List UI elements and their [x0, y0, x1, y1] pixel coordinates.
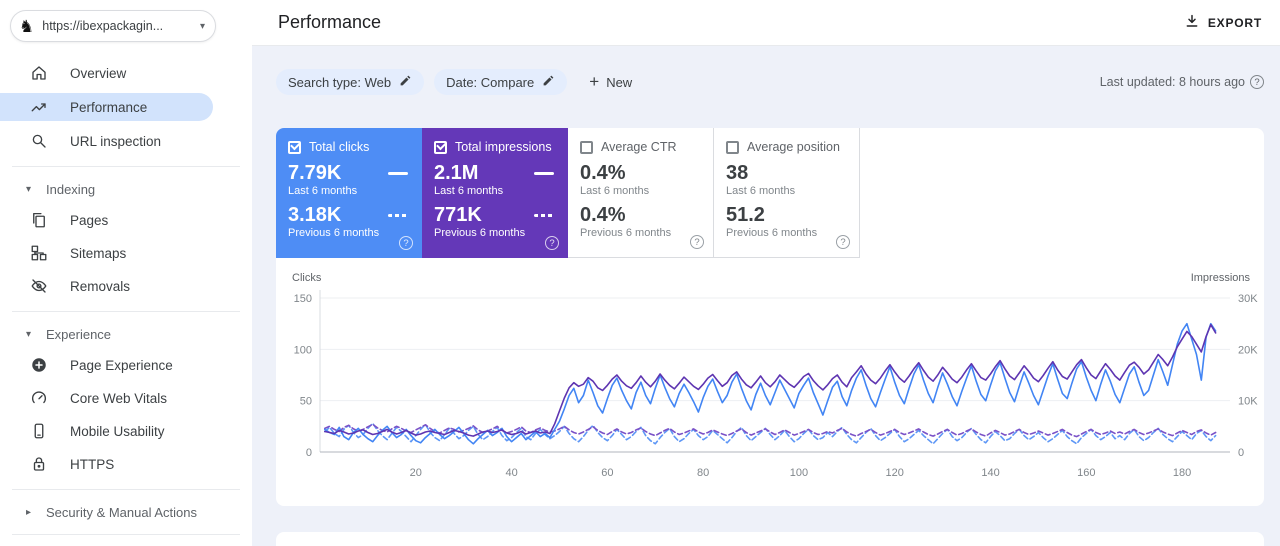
svg-text:60: 60: [601, 467, 613, 479]
divider: [12, 489, 240, 490]
pencil-icon: [542, 74, 555, 90]
svg-text:20K: 20K: [1238, 344, 1258, 356]
metric-card-average-position[interactable]: Average position 38 Last 6 months 51.2 P…: [714, 128, 860, 258]
search-icon: [30, 132, 48, 150]
series-total-clicks-last-6-months: [323, 322, 1217, 445]
trending-up-icon: [30, 98, 48, 116]
metric-card-total-clicks[interactable]: Total clicks 7.79K Last 6 months 3.18K P…: [276, 128, 422, 258]
chevron-down-icon: ▾: [26, 183, 32, 195]
metric-card-total-impressions[interactable]: Total impressions 2.1M Last 6 months 771…: [422, 128, 568, 258]
sidebar-section-security-manual-actions[interactable]: ▸ Security & Manual Actions: [26, 502, 252, 522]
divider: [12, 311, 240, 312]
topbar: Performance EXPORT: [252, 0, 1280, 46]
sidebar-item-page-experience[interactable]: Page Experience: [0, 352, 252, 378]
new-filter-button[interactable]: + New: [589, 72, 632, 92]
chevron-right-icon: ▸: [26, 506, 32, 518]
sitemap-icon: [30, 244, 48, 262]
sidebar-item-removals[interactable]: Removals: [0, 273, 252, 299]
axis-tick-labels: 150 100 50 0 30K 20K 10K 0 20 40 60 80 100 120 140 160 1…: [294, 293, 1259, 479]
chart-canvas[interactable]: 150 100 50 0 30K 20K 10K 0 20 40 60 80 100 120 140 160 1…: [276, 270, 1264, 496]
svg-text:0: 0: [1238, 447, 1244, 459]
svg-text:50: 50: [300, 396, 312, 408]
eye-off-icon: [30, 277, 48, 295]
page-title: Performance: [278, 12, 382, 32]
divider: [12, 534, 240, 535]
sidebar-item-core-web-vitals[interactable]: Core Web Vitals: [0, 385, 252, 411]
sidebar-section-experience[interactable]: ▾ Experience: [26, 324, 252, 344]
content-area: Search type: Web Date: Compare + New Las…: [252, 46, 1280, 546]
dashed-line-legend-icon: [388, 213, 408, 217]
svg-text:120: 120: [886, 467, 904, 479]
svg-text:40: 40: [505, 467, 517, 479]
sidebar-item-performance[interactable]: Performance: [0, 93, 213, 121]
sidebar-section-indexing[interactable]: ▾ Indexing: [26, 179, 252, 199]
pages-icon: [30, 211, 48, 229]
right-axis-title: Impressions: [1190, 272, 1250, 284]
svg-text:180: 180: [1173, 467, 1191, 479]
home-icon: [30, 64, 48, 82]
filter-bar: Search type: Web Date: Compare + New Las…: [276, 62, 1264, 102]
divider: [12, 166, 240, 167]
checkbox-unchecked-icon[interactable]: [580, 140, 593, 154]
sidebar: ♞ https://ibexpackagin... ▾ Overview Per…: [0, 0, 252, 546]
sidebar-item-https[interactable]: HTTPS: [0, 451, 252, 477]
export-label: EXPORT: [1207, 15, 1262, 30]
help-icon[interactable]: ?: [836, 235, 850, 249]
filter-chip-search-type[interactable]: Search type: Web: [276, 69, 425, 95]
sidebar-item-mobile-usability[interactable]: Mobile Usability: [0, 418, 252, 444]
gridlines: [320, 297, 1230, 402]
checkbox-checked-icon[interactable]: [288, 140, 301, 154]
series-total-impressions-last-6-months: [323, 323, 1217, 437]
next-card-top-edge: [276, 532, 1264, 546]
export-button[interactable]: EXPORT: [1184, 13, 1262, 32]
help-icon[interactable]: ?: [399, 236, 413, 250]
checkbox-checked-icon[interactable]: [434, 140, 447, 154]
chevron-down-icon: ▾: [199, 20, 205, 32]
svg-text:160: 160: [1077, 467, 1095, 479]
chart-series: [323, 322, 1217, 445]
property-logo-icon: ♞: [19, 16, 35, 36]
help-icon[interactable]: ?: [545, 236, 559, 250]
search-console-app: ♞ https://ibexpackagin... ▾ Overview Per…: [0, 0, 1280, 546]
property-url: https://ibexpackagin...: [42, 19, 164, 33]
sidebar-item-url-inspection[interactable]: URL inspection: [0, 128, 252, 154]
solid-line-legend-icon: [534, 171, 554, 175]
metric-card-average-ctr[interactable]: Average CTR 0.4% Last 6 months 0.4% Prev…: [568, 128, 714, 258]
performance-chart: Clicks Impressions 150 100 50 0 30K 20K 10K 0 20…: [276, 270, 1264, 496]
download-icon: [1184, 13, 1200, 32]
svg-text:0: 0: [306, 447, 312, 459]
svg-text:100: 100: [294, 344, 312, 356]
smartphone-icon: [30, 422, 48, 440]
add-circle-icon: [30, 356, 48, 374]
svg-text:100: 100: [790, 467, 808, 479]
svg-text:80: 80: [697, 467, 709, 479]
solid-line-legend-icon: [388, 171, 408, 175]
help-icon[interactable]: ?: [1250, 75, 1264, 89]
sidebar-item-sitemaps[interactable]: Sitemaps: [0, 240, 252, 266]
plus-icon: +: [589, 72, 600, 91]
dashed-line-legend-icon: [534, 213, 554, 217]
svg-text:30K: 30K: [1238, 293, 1258, 305]
metric-tiles: Total clicks 7.79K Last 6 months 3.18K P…: [276, 128, 1264, 258]
checkbox-unchecked-icon[interactable]: [726, 140, 739, 154]
chevron-down-icon: ▾: [26, 328, 32, 340]
property-selector[interactable]: ♞ https://ibexpackagin... ▾: [10, 10, 216, 42]
gauge-icon: [30, 389, 48, 407]
svg-text:20: 20: [410, 467, 422, 479]
sidebar-item-pages[interactable]: Pages: [0, 207, 252, 233]
svg-text:10K: 10K: [1238, 396, 1258, 408]
help-icon[interactable]: ?: [690, 235, 704, 249]
main-panel: Performance EXPORT Search type: Web Date…: [252, 0, 1280, 546]
lock-icon: [30, 455, 48, 473]
svg-text:140: 140: [981, 467, 999, 479]
filter-chip-date[interactable]: Date: Compare: [434, 69, 568, 95]
last-updated: Last updated: 8 hours ago ?: [1100, 75, 1264, 89]
performance-card: Total clicks 7.79K Last 6 months 3.18K P…: [276, 128, 1264, 506]
pencil-icon: [399, 74, 412, 90]
sidebar-item-overview[interactable]: Overview: [0, 60, 252, 86]
svg-text:150: 150: [294, 293, 312, 305]
left-axis-title: Clicks: [292, 272, 322, 284]
